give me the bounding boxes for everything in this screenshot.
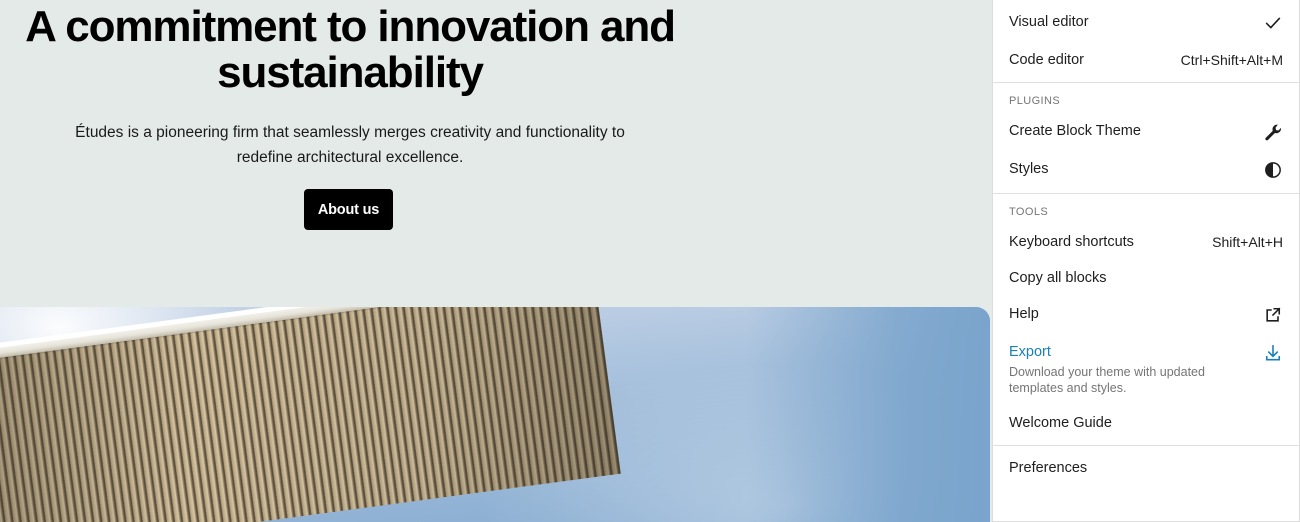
menu-item-text: Code editor xyxy=(1009,51,1169,69)
wrench-icon xyxy=(1261,122,1283,142)
menu-item-keyboard-shortcuts[interactable]: Keyboard shortcuts Shift+Alt+H xyxy=(993,224,1299,260)
menu-item-label: Visual editor xyxy=(1009,14,1089,30)
menu-group-label-plugins: Plugins xyxy=(1009,95,1061,107)
menu-item-code-editor[interactable]: Code editor Ctrl+Shift+Alt+M xyxy=(993,42,1299,78)
menu-item-text: Copy all blocks xyxy=(1009,269,1283,287)
sky-right-fade xyxy=(570,307,990,522)
editor-canvas: A commitment to innovation and sustainab… xyxy=(0,0,992,522)
menu-section-tools: Tools Keyboard shortcuts Shift+Alt+H Copy a… xyxy=(993,194,1299,445)
menu-item-visual-editor[interactable]: Visual editor xyxy=(993,4,1299,42)
menu-item-help[interactable]: Help xyxy=(993,296,1299,334)
menu-item-label: Styles xyxy=(1009,161,1049,177)
menu-item-label: Preferences xyxy=(1009,460,1088,476)
menu-item-label: Copy all blocks xyxy=(1009,270,1107,286)
menu-section-preferences: Preferences xyxy=(993,446,1299,490)
menu-item-text: Visual editor xyxy=(1009,13,1261,31)
menu-item-shortcut: Ctrl+Shift+Alt+M xyxy=(1180,52,1283,68)
menu-item-label: Code editor xyxy=(1009,52,1084,68)
menu-section-editor-modes: Visual editor Code editor Ctrl+Shift+Alt+M xyxy=(993,0,1299,82)
menu-item-text: Create Block Theme xyxy=(1009,122,1261,140)
download-icon xyxy=(1261,343,1283,363)
menu-item-text: Welcome Guide xyxy=(1009,414,1283,432)
menu-section-plugins: Plugins Create Block Theme Styles xyxy=(993,83,1299,193)
menu-item-welcome-guide[interactable]: Welcome Guide xyxy=(993,405,1299,441)
menu-item-preferences[interactable]: Preferences xyxy=(993,450,1299,486)
menu-item-label: Help xyxy=(1009,306,1039,322)
menu-item-create-block-theme[interactable]: Create Block Theme xyxy=(993,113,1299,151)
check-icon xyxy=(1261,13,1283,33)
menu-item-label: Welcome Guide xyxy=(1009,415,1112,431)
page-title: A commitment to innovation and sustainab… xyxy=(25,2,676,97)
hero-paragraph: Études is a pioneering firm that seamles… xyxy=(75,124,625,166)
menu-item-description: Download your theme with updated templat… xyxy=(1009,365,1205,395)
about-us-button[interactable]: About us xyxy=(304,189,393,230)
hero-image xyxy=(0,307,990,522)
editor-screen: A commitment to innovation and sustainab… xyxy=(0,0,1300,522)
menu-item-export[interactable]: Export Download your theme with updated t… xyxy=(993,334,1299,405)
menu-item-copy-all-blocks[interactable]: Copy all blocks xyxy=(993,260,1299,296)
menu-item-styles[interactable]: Styles xyxy=(993,151,1299,189)
menu-item-text: Help xyxy=(1009,305,1261,323)
hero-section: A commitment to innovation and sustainab… xyxy=(0,0,992,307)
menu-item-shortcut: Shift+Alt+H xyxy=(1212,234,1283,250)
menu-item-text: Export Download your theme with updated t… xyxy=(1009,343,1261,396)
menu-item-text: Keyboard shortcuts xyxy=(1009,233,1200,251)
menu-item-label: Keyboard shortcuts xyxy=(1009,234,1134,250)
menu-group-label-tools: Tools xyxy=(1009,206,1049,218)
contrast-icon xyxy=(1261,160,1283,180)
external-link-icon xyxy=(1261,305,1283,325)
menu-item-text: Styles xyxy=(1009,160,1261,178)
menu-item-label: Create Block Theme xyxy=(1009,123,1141,139)
menu-item-text: Preferences xyxy=(1009,459,1283,477)
menu-item-label: Export xyxy=(1009,344,1051,360)
options-dropdown-menu: Visual editor Code editor Ctrl+Shift+Alt+M… xyxy=(992,0,1300,522)
